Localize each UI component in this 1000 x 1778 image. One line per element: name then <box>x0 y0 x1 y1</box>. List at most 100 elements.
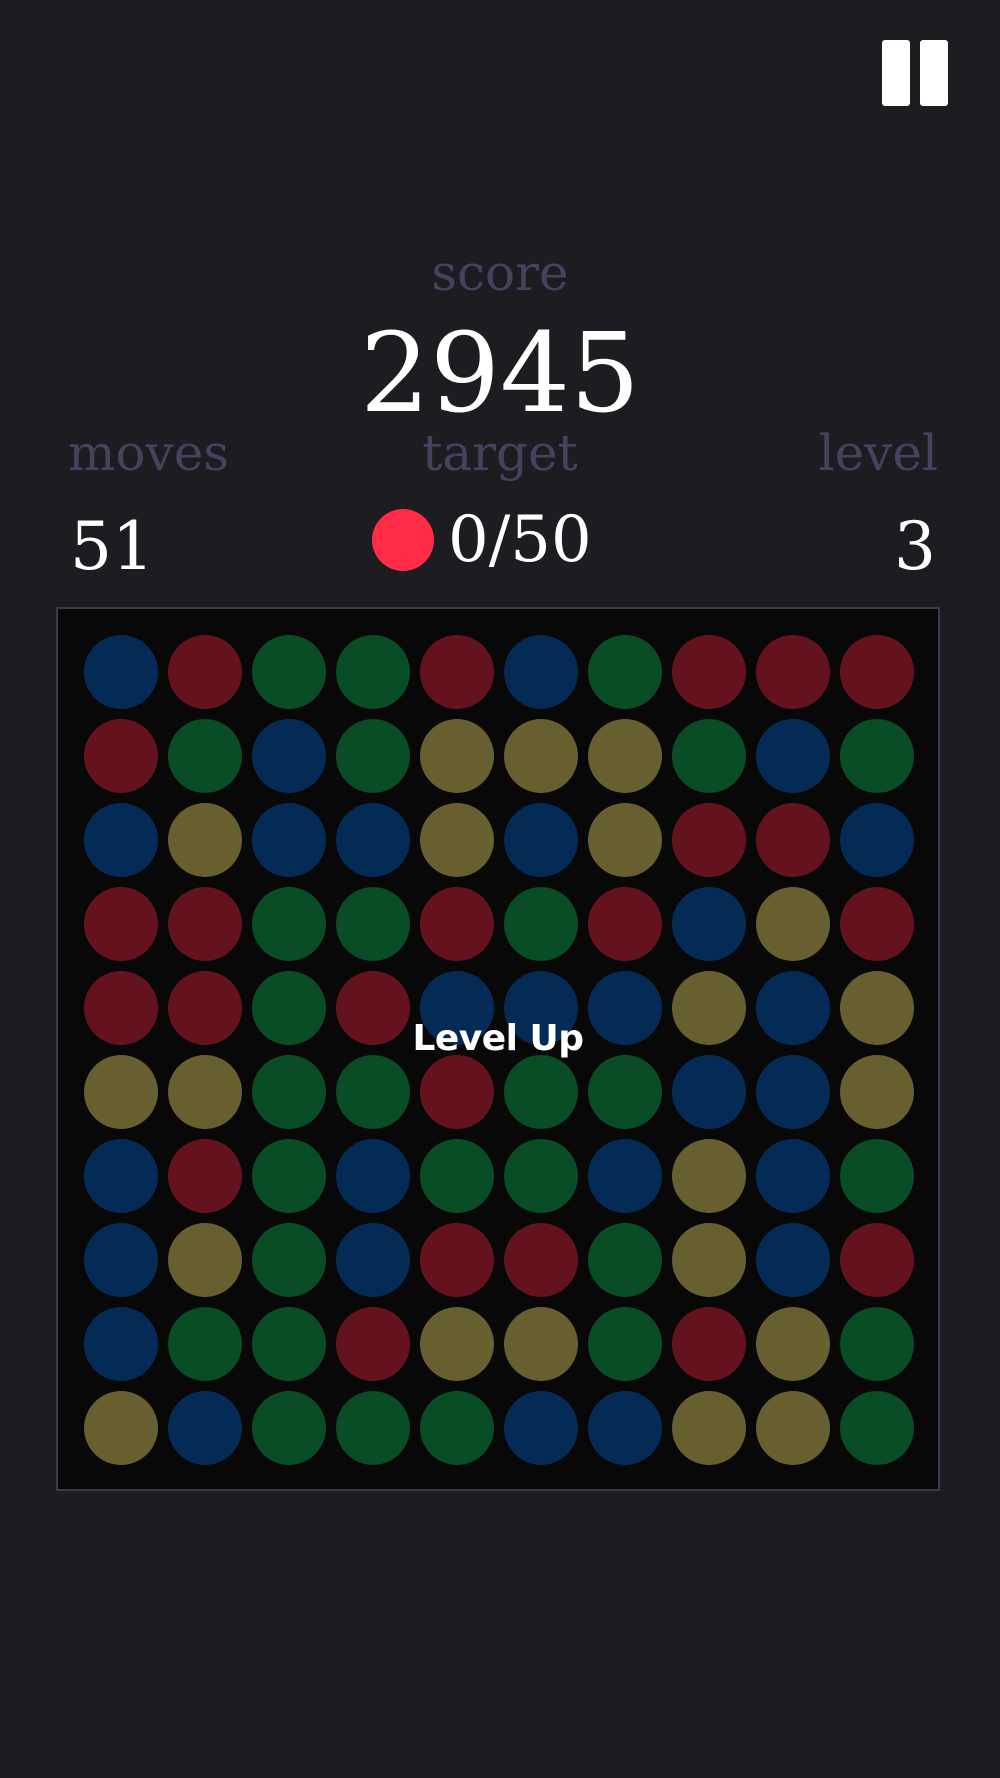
dot-green[interactable] <box>252 1139 326 1213</box>
score-label: score <box>431 244 569 302</box>
dot-green[interactable] <box>840 1139 914 1213</box>
dot-red[interactable] <box>84 719 158 793</box>
dot-green[interactable] <box>588 1223 662 1297</box>
dot-yellow[interactable] <box>756 887 830 961</box>
dot-green[interactable] <box>588 635 662 709</box>
dot-green[interactable] <box>672 719 746 793</box>
dot-blue[interactable] <box>672 1055 746 1129</box>
dot-yellow[interactable] <box>84 1391 158 1465</box>
dot-green[interactable] <box>504 887 578 961</box>
dot-green[interactable] <box>420 1391 494 1465</box>
dot-green[interactable] <box>252 1223 326 1297</box>
dot-blue[interactable] <box>84 803 158 877</box>
game-board: Level Up <box>56 607 940 1491</box>
dot-blue[interactable] <box>84 1223 158 1297</box>
dot-green[interactable] <box>336 635 410 709</box>
dot-yellow[interactable] <box>420 803 494 877</box>
dot-green[interactable] <box>336 1391 410 1465</box>
dot-blue[interactable] <box>252 803 326 877</box>
dot-blue[interactable] <box>84 1139 158 1213</box>
dot-yellow[interactable] <box>168 803 242 877</box>
dot-yellow[interactable] <box>840 1055 914 1129</box>
dot-green[interactable] <box>420 1139 494 1213</box>
dot-red[interactable] <box>672 803 746 877</box>
dot-red[interactable] <box>840 635 914 709</box>
moves-value: 51 <box>70 508 154 585</box>
dot-blue[interactable] <box>840 803 914 877</box>
dot-yellow[interactable] <box>420 719 494 793</box>
dot-yellow[interactable] <box>420 1307 494 1381</box>
dot-yellow[interactable] <box>672 1391 746 1465</box>
dot-green[interactable] <box>840 1307 914 1381</box>
dot-red[interactable] <box>168 1139 242 1213</box>
dot-yellow[interactable] <box>168 1055 242 1129</box>
dot-green[interactable] <box>252 1055 326 1129</box>
dot-blue[interactable] <box>504 803 578 877</box>
pause-bar-right <box>920 40 948 106</box>
dot-green[interactable] <box>588 1055 662 1129</box>
dot-blue[interactable] <box>504 635 578 709</box>
dot-yellow[interactable] <box>672 1223 746 1297</box>
dot-blue[interactable] <box>168 1391 242 1465</box>
dot-blue[interactable] <box>588 1391 662 1465</box>
dot-yellow[interactable] <box>672 1139 746 1213</box>
dot-green[interactable] <box>252 1391 326 1465</box>
dot-green[interactable] <box>840 719 914 793</box>
dot-yellow[interactable] <box>588 803 662 877</box>
dot-green[interactable] <box>336 887 410 961</box>
dot-blue[interactable] <box>84 635 158 709</box>
dot-green[interactable] <box>504 1055 578 1129</box>
dot-red[interactable] <box>420 1055 494 1129</box>
dot-blue[interactable] <box>504 1391 578 1465</box>
level-up-banner: Level Up <box>412 1018 584 1059</box>
dot-red[interactable] <box>840 887 914 961</box>
dot-red[interactable] <box>420 635 494 709</box>
dot-red[interactable] <box>588 887 662 961</box>
dot-red[interactable] <box>84 887 158 961</box>
dot-green[interactable] <box>840 1391 914 1465</box>
dot-blue[interactable] <box>336 1223 410 1297</box>
dot-blue[interactable] <box>336 803 410 877</box>
dot-red[interactable] <box>420 1223 494 1297</box>
dot-blue[interactable] <box>84 1307 158 1381</box>
dot-green[interactable] <box>252 1307 326 1381</box>
dot-yellow[interactable] <box>756 1307 830 1381</box>
dot-red[interactable] <box>336 1307 410 1381</box>
dot-blue[interactable] <box>756 1139 830 1213</box>
dot-green[interactable] <box>168 719 242 793</box>
dot-red[interactable] <box>672 1307 746 1381</box>
level-value: 3 <box>894 508 936 585</box>
dot-blue[interactable] <box>756 1223 830 1297</box>
target-progress: 0/50 <box>448 503 592 577</box>
dot-blue[interactable] <box>756 719 830 793</box>
target-indicator: 0/50 <box>372 508 592 572</box>
dot-green[interactable] <box>252 887 326 961</box>
dot-yellow[interactable] <box>168 1223 242 1297</box>
dot-green[interactable] <box>588 1307 662 1381</box>
dot-red[interactable] <box>504 1223 578 1297</box>
dot-blue[interactable] <box>672 887 746 961</box>
dot-red[interactable] <box>168 635 242 709</box>
dot-green[interactable] <box>336 1055 410 1129</box>
dot-blue[interactable] <box>756 1055 830 1129</box>
dot-green[interactable] <box>168 1307 242 1381</box>
dot-green[interactable] <box>252 635 326 709</box>
dot-red[interactable] <box>672 635 746 709</box>
dot-red[interactable] <box>168 887 242 961</box>
dot-yellow[interactable] <box>504 1307 578 1381</box>
dot-green[interactable] <box>336 719 410 793</box>
dot-blue[interactable] <box>588 1139 662 1213</box>
dot-blue[interactable] <box>336 1139 410 1213</box>
dot-red[interactable] <box>840 1223 914 1297</box>
pause-button[interactable] <box>880 38 952 108</box>
dot-yellow[interactable] <box>84 1055 158 1129</box>
score-value: 2945 <box>360 309 640 437</box>
dot-red[interactable] <box>756 803 830 877</box>
dot-green[interactable] <box>504 1139 578 1213</box>
dot-yellow[interactable] <box>588 719 662 793</box>
dot-red[interactable] <box>420 887 494 961</box>
dot-blue[interactable] <box>252 719 326 793</box>
dot-red[interactable] <box>756 635 830 709</box>
dot-yellow[interactable] <box>756 1391 830 1465</box>
dot-yellow[interactable] <box>504 719 578 793</box>
